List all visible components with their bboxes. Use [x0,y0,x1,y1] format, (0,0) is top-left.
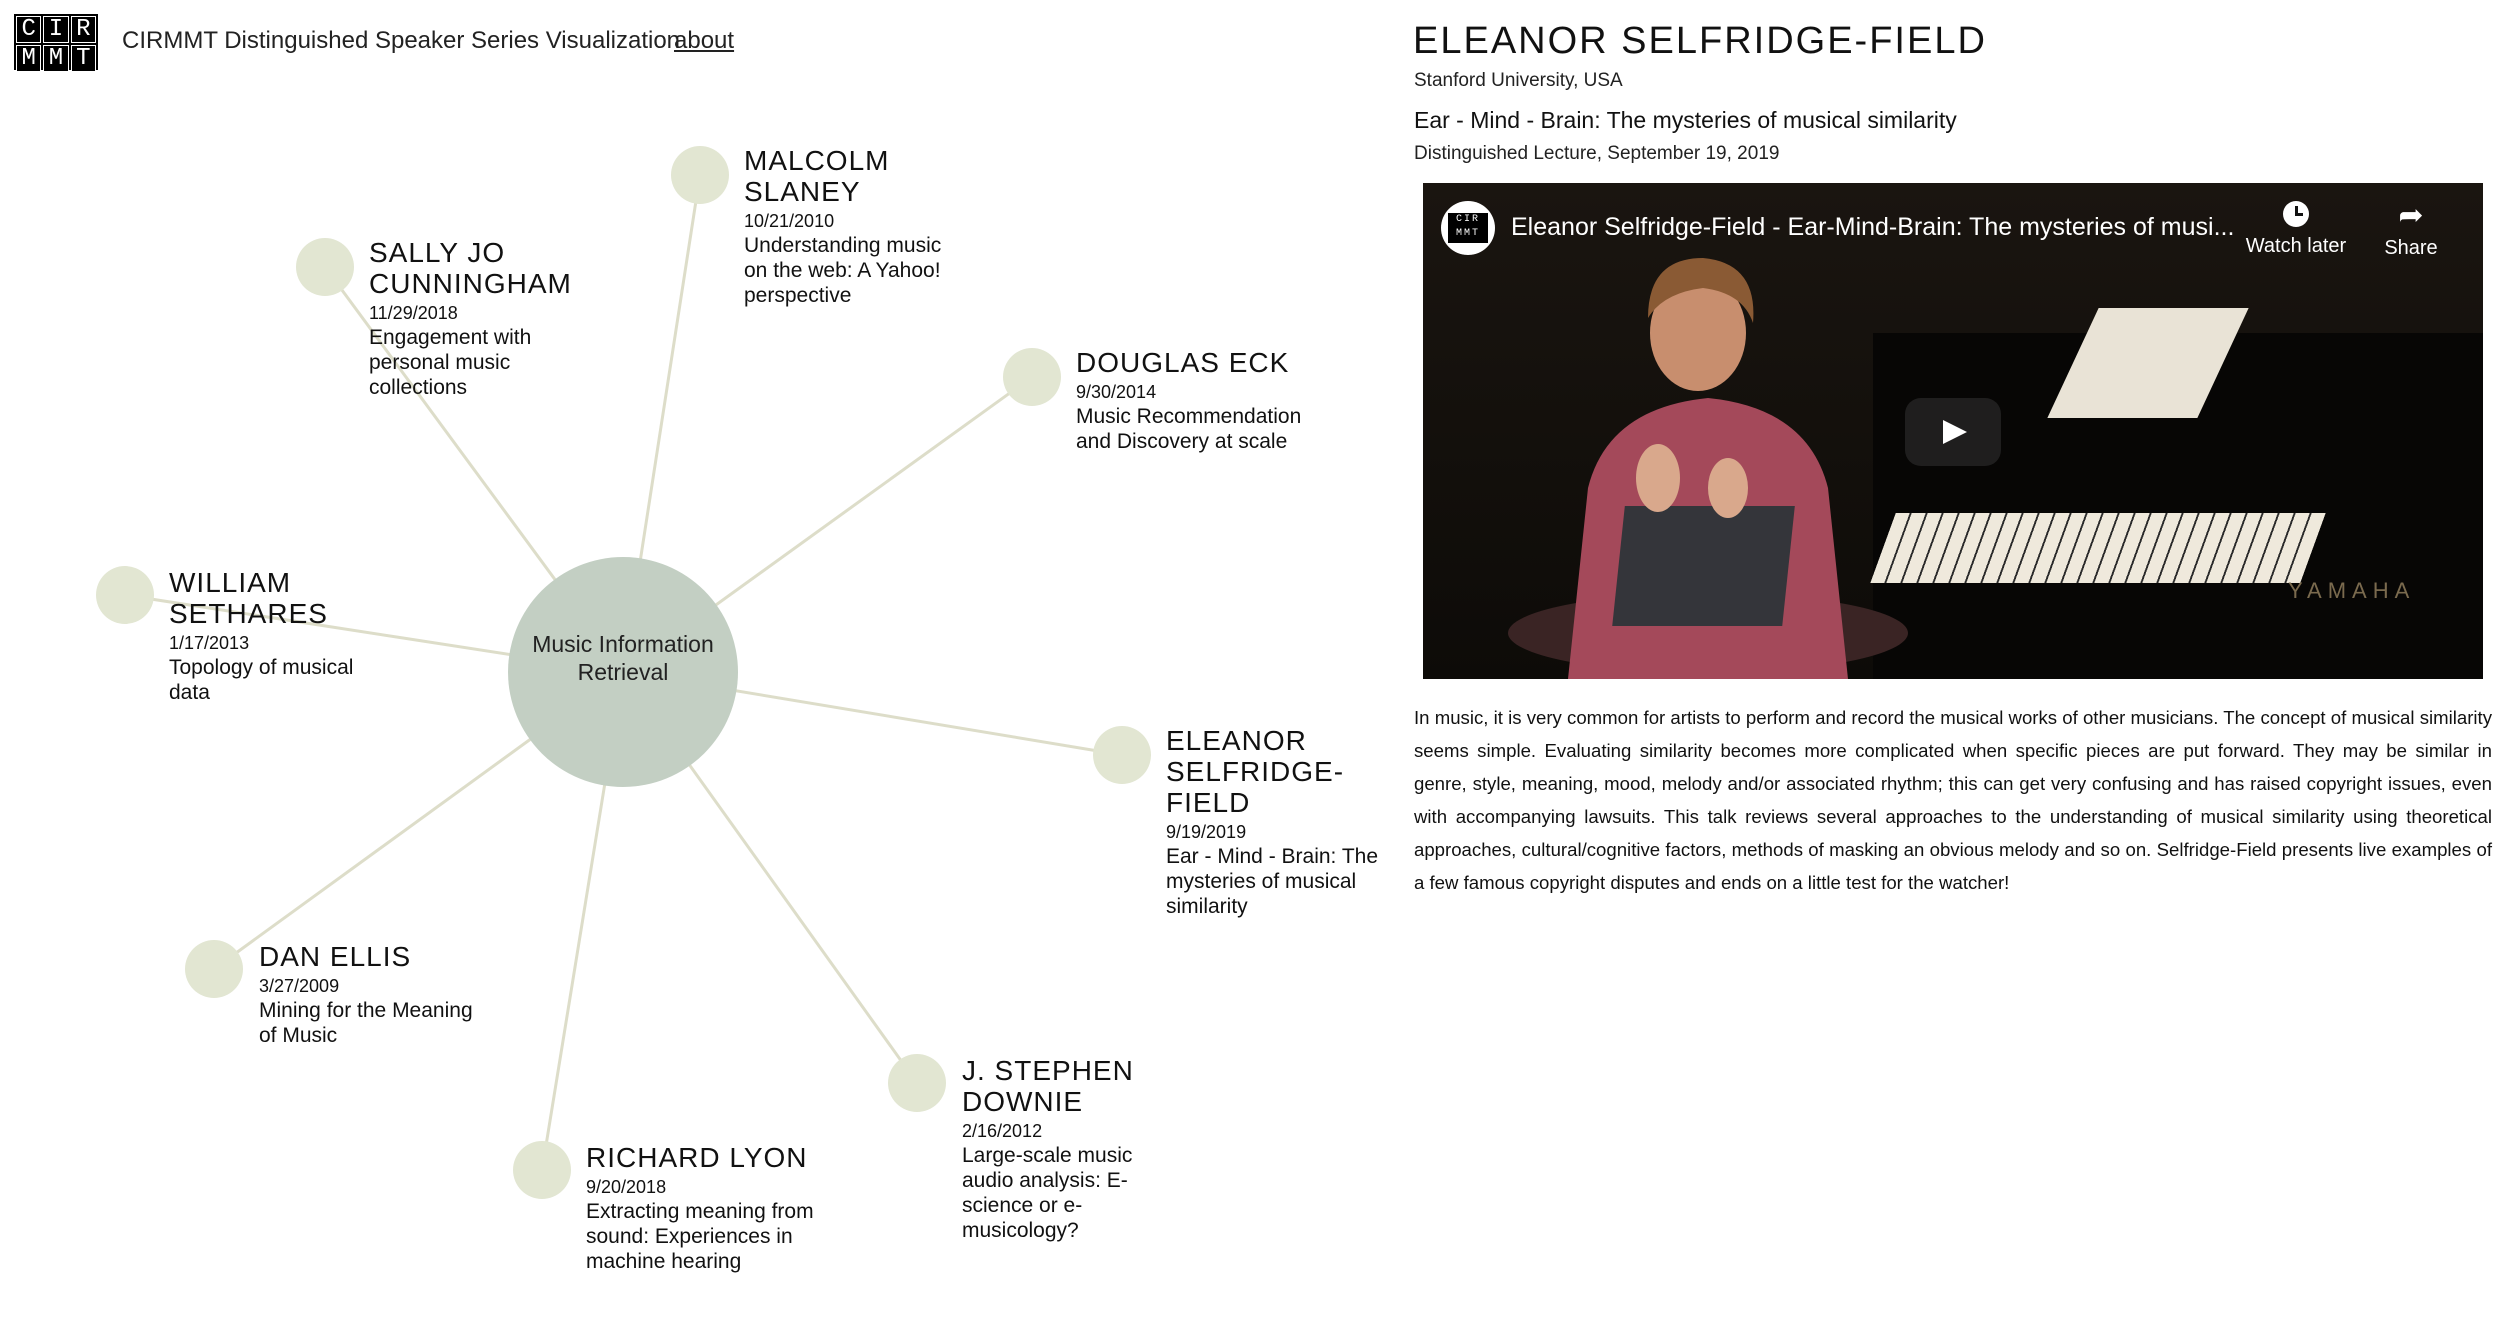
speaker-label-cunningham[interactable]: SALLY JO CUNNINGHAM 11/29/2018 Engagemen… [369,237,599,400]
speaker-label-ellis[interactable]: DAN ELLIS 3/27/2009 Mining for the Meani… [259,941,489,1048]
speaker-talk: Topology of musical data [169,656,354,704]
speaker-talk: Large-scale music audio analysis: E-scie… [962,1144,1133,1242]
speaker-dot-downie[interactable] [888,1054,946,1112]
video-player[interactable]: YAMAHA CIR MMT Eleanor Selfridge-Field -… [1423,183,2483,679]
speaker-dot-sethares[interactable] [96,566,154,624]
watch-later-label: Watch later [2245,235,2347,257]
speaker-name: WILLIAM SETHARES [169,567,328,629]
speaker-label-downie[interactable]: J. STEPHEN DOWNIE 2/16/2012 Large-scale … [962,1055,1162,1243]
detail-speaker-name: ELEANOR SELFRIDGE-FIELD [1413,20,1987,62]
share-label: Share [2384,237,2438,259]
speaker-name: ELEANOR SELFRIDGE-FIELD [1166,725,1345,818]
speaker-talk: Understanding music on the web: A Yahoo!… [744,234,942,307]
clock-icon [2283,201,2309,227]
speaker-talk: Mining for the Meaning of Music [259,999,473,1047]
video-scene-keys [1870,513,2326,583]
speaker-date: 10/21/2010 [744,211,835,231]
speaker-dot-ellis[interactable] [185,940,243,998]
speaker-date: 9/19/2019 [1166,822,1247,842]
play-button[interactable] [1905,398,2001,466]
detail-event: Distinguished Lecture, September 19, 201… [1414,143,1780,164]
share-icon: ➦ [2398,199,2424,232]
speaker-date: 1/17/2013 [169,633,250,653]
video-brand-text: YAMAHA [2288,578,2416,603]
speaker-date: 11/29/2018 [369,303,458,323]
detail-affiliation: Stanford University, USA [1414,70,1623,91]
speaker-dot-selfridge-field[interactable] [1093,726,1151,784]
speaker-name: DOUGLAS ECK [1076,347,1290,378]
speaker-date: 2/16/2012 [962,1121,1043,1141]
speaker-label-selfridge-field[interactable]: ELEANOR SELFRIDGE-FIELD 9/19/2019 Ear - … [1166,725,1386,919]
speaker-talk: Extracting meaning from sound: Experienc… [586,1200,814,1273]
speaker-name: SALLY JO CUNNINGHAM [369,237,572,299]
speaker-date: 9/20/2018 [586,1177,667,1197]
video-scene-speaker [1508,258,1908,679]
speaker-name: RICHARD LYON [586,1142,808,1173]
speaker-talk: Ear - Mind - Brain: The mysteries of mus… [1166,845,1379,918]
speaker-name: J. STEPHEN DOWNIE [962,1055,1134,1117]
speaker-dot-eck[interactable] [1003,348,1061,406]
share-button[interactable]: ➦ Share [2371,201,2451,260]
hub-label: Music Information Retrieval [532,631,714,685]
detail-talk-title: Ear - Mind - Brain: The mysteries of mus… [1414,107,1957,133]
speaker-dot-cunningham[interactable] [296,238,354,296]
channel-logo-text: CIR MMT [1448,213,1488,243]
speaker-label-sethares[interactable]: WILLIAM SETHARES 1/17/2013 Topology of m… [169,567,369,705]
speaker-label-slaney[interactable]: MALCOLM SLANEY 10/21/2010 Understanding … [744,145,944,308]
speaker-name: MALCOLM SLANEY [744,145,890,207]
speaker-label-lyon[interactable]: RICHARD LYON 9/20/2018 Extracting meanin… [586,1142,836,1274]
speaker-date: 9/30/2014 [1076,382,1157,402]
speaker-dot-lyon[interactable] [513,1141,571,1199]
speaker-talk: Engagement with personal music collectio… [369,326,532,399]
channel-logo[interactable]: CIR MMT [1441,201,1495,255]
speaker-label-eck[interactable]: DOUGLAS ECK 9/30/2014 Music Recommendati… [1076,347,1316,454]
speaker-name: DAN ELLIS [259,941,412,972]
talk-description: In music, it is very common for artists … [1414,707,2492,893]
watch-later-button[interactable]: Watch later [2241,201,2351,258]
video-title[interactable]: Eleanor Selfridge-Field - Ear-Mind-Brain… [1511,213,2234,242]
speaker-dot-slaney[interactable] [671,146,729,204]
speaker-date: 3/27/2009 [259,976,340,996]
speaker-talk: Music Recommendation and Discovery at sc… [1076,405,1302,453]
